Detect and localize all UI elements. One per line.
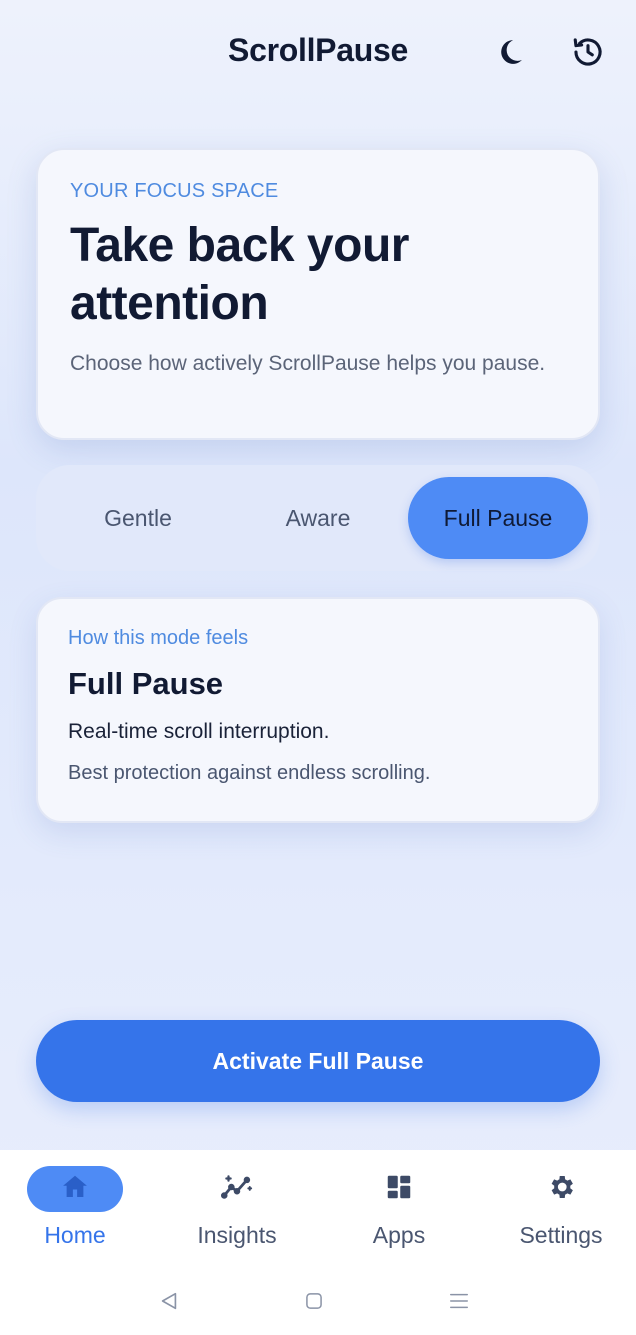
hero-eyebrow: YOUR FOCUS SPACE xyxy=(70,180,279,202)
gear-icon xyxy=(546,1172,576,1207)
insights-icon xyxy=(220,1170,254,1209)
nav-item-insights[interactable]: Insights xyxy=(167,1166,307,1266)
mode-selector: Gentle Aware Full Pause xyxy=(36,465,600,571)
menu-icon xyxy=(448,1290,470,1317)
hero-subtitle: Choose how actively ScrollPause helps yo… xyxy=(70,352,546,375)
mode-description-secondary: Best protection against endless scrollin… xyxy=(68,762,431,784)
mode-option-gentle[interactable]: Gentle xyxy=(48,477,228,559)
nav-item-apps[interactable]: Apps xyxy=(329,1166,469,1266)
back-triangle-icon xyxy=(158,1290,180,1317)
dark-mode-button[interactable] xyxy=(490,34,530,74)
mode-description-card: How this mode feels Full Pause Real-time… xyxy=(36,597,600,823)
app-title: ScrollPause xyxy=(228,32,408,68)
nav-label-settings: Settings xyxy=(519,1222,603,1248)
focus-hero-card: YOUR FOCUS SPACE Take back your attentio… xyxy=(36,148,600,440)
system-back-button[interactable] xyxy=(156,1290,182,1316)
activate-button[interactable]: Activate Full Pause xyxy=(36,1020,600,1102)
nav-label-insights: Insights xyxy=(197,1222,277,1248)
home-icon xyxy=(60,1172,90,1207)
system-home-button[interactable] xyxy=(301,1290,327,1316)
mode-option-aware[interactable]: Aware xyxy=(228,477,408,559)
bottom-navigation: Home Insights Apps Settings xyxy=(0,1150,636,1270)
history-button[interactable] xyxy=(568,34,608,74)
system-navigation-bar xyxy=(0,1270,636,1335)
hero-title: Take back your attention xyxy=(70,219,409,330)
nav-item-home[interactable]: Home xyxy=(5,1166,145,1266)
apps-grid-icon xyxy=(384,1172,414,1207)
nav-label-apps: Apps xyxy=(372,1222,426,1248)
mode-eyebrow: How this mode feels xyxy=(68,627,249,649)
mode-option-full-pause[interactable]: Full Pause xyxy=(408,477,588,559)
nav-item-settings[interactable]: Settings xyxy=(491,1166,631,1266)
moon-icon xyxy=(495,37,525,72)
nav-label-home: Home xyxy=(44,1222,106,1248)
mode-description-primary: Real-time scroll interruption. xyxy=(68,720,330,743)
history-icon xyxy=(571,35,605,74)
system-menu-button[interactable] xyxy=(446,1290,472,1316)
home-square-icon xyxy=(304,1291,324,1316)
app-header: ScrollPause xyxy=(0,0,636,110)
mode-title: Full Pause xyxy=(68,666,224,701)
